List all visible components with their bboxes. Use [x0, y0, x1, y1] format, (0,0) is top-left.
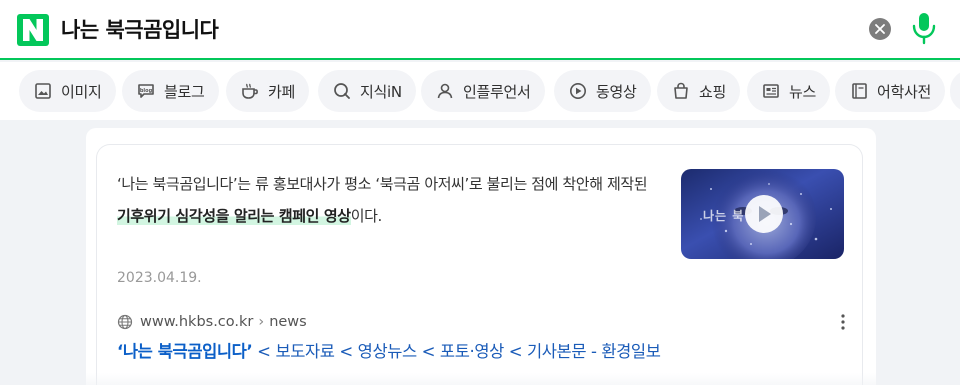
- search-tabs: 이미지 blog 블로그 카페 지식iN 인플루언서 동영상 쇼핑 뉴스 어학사…: [0, 62, 960, 120]
- naver-logo[interactable]: [17, 14, 49, 46]
- image-icon: [35, 83, 51, 99]
- tab-label: 뉴스: [789, 82, 817, 101]
- tab-shopping[interactable]: 쇼핑: [657, 70, 741, 112]
- tab-image[interactable]: 이미지: [19, 70, 116, 112]
- result-date: 2023.04.19.: [117, 270, 202, 286]
- voice-search-button[interactable]: [911, 11, 937, 45]
- close-icon: [875, 24, 885, 34]
- play-icon: [759, 206, 771, 222]
- snippet-text: ‘나는 북극곰입니다’는 류 홍보대사가 평소 ‘북극곰 아저씨’로 불리는 점…: [117, 175, 648, 193]
- more-options-button[interactable]: [836, 311, 850, 333]
- breadcrumb-separator: ›: [258, 314, 265, 330]
- tab-cafe[interactable]: 카페: [226, 70, 310, 112]
- bottom-fade: [0, 373, 960, 385]
- thumbnail-caption: 나는 북: [703, 209, 745, 223]
- tab-more-partial[interactable]: [950, 70, 960, 112]
- result-source[interactable]: www.hkbs.co.kr › news: [117, 311, 307, 333]
- tab-label: 인플루언서: [463, 82, 531, 101]
- shopping-icon: [674, 82, 688, 99]
- blog-icon: blog: [138, 84, 154, 98]
- tab-blog[interactable]: blog 블로그: [122, 70, 219, 112]
- tab-label: 동영상: [596, 82, 637, 101]
- svg-text:blog: blog: [140, 88, 153, 94]
- source-path: news: [269, 314, 307, 330]
- microphone-icon: [912, 13, 936, 45]
- snippet-highlight: 기후위기 심각성을 알리는 캠페인 영상: [117, 207, 351, 225]
- tab-label: 쇼핑: [699, 82, 727, 101]
- tab-dictionary[interactable]: 어학사전: [835, 70, 946, 112]
- video-icon: [570, 83, 586, 99]
- tab-label: 카페: [268, 82, 296, 101]
- search-query[interactable]: 나는 북극곰입니다: [61, 14, 219, 46]
- result-title-link[interactable]: ‘나는 북극곰입니다’ < 보도자료 < 영상뉴스 < 포토·영상 < 기사본문…: [117, 338, 661, 362]
- globe-icon: [117, 314, 133, 330]
- result-snippet: ‘나는 북극곰입니다’는 류 홍보대사가 평소 ‘북극곰 아저씨’로 불리는 점…: [117, 168, 657, 232]
- tab-video[interactable]: 동영상: [554, 70, 651, 112]
- snippet-text-end: 이다.: [350, 207, 383, 225]
- title-main: ‘나는 북극곰입니다’: [117, 342, 253, 361]
- source-url: www.hkbs.co.kr: [140, 314, 254, 330]
- play-button[interactable]: [745, 195, 783, 233]
- cafe-icon: [242, 83, 258, 99]
- dictionary-icon: [852, 83, 867, 99]
- tab-influencer[interactable]: 인플루언서: [421, 70, 545, 112]
- tab-news[interactable]: 뉴스: [747, 70, 831, 112]
- tab-label: 어학사전: [877, 82, 932, 101]
- title-rest: < 보도자료 < 영상뉴스 < 포토·영상 < 기사본문 - 환경일보: [252, 342, 661, 361]
- influencer-icon: [437, 83, 453, 99]
- tab-label: 지식iN: [360, 82, 402, 101]
- kebab-menu-icon: [841, 314, 845, 330]
- tab-label: 이미지: [61, 82, 102, 101]
- tab-knowledge[interactable]: 지식iN: [318, 70, 416, 112]
- tab-label: 블로그: [164, 82, 205, 101]
- search-header: 나는 북극곰입니다: [0, 0, 960, 60]
- knowledge-icon: [334, 83, 350, 99]
- clear-search-button[interactable]: [869, 18, 891, 40]
- news-icon: [763, 84, 779, 98]
